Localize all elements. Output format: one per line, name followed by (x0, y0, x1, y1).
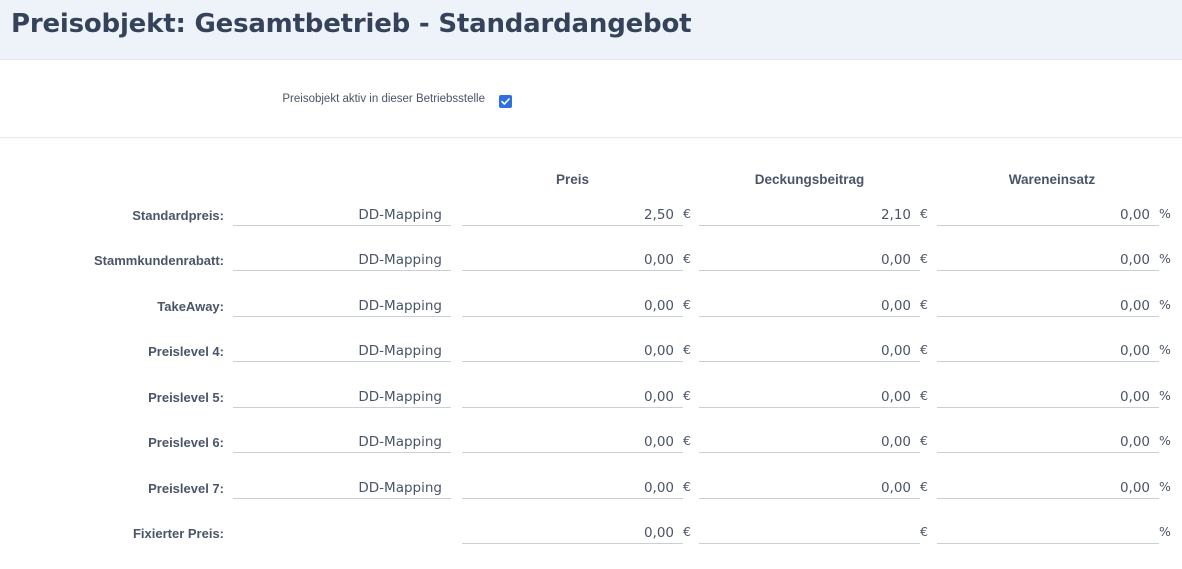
preis-unit: € (683, 433, 691, 448)
row-label: Stammkundenrabatt: (93, 253, 224, 268)
price-row: TakeAway: DD-Mapping 0,00 €0,00 €0,00% (0, 296, 1182, 326)
active-setting: Preisobjekt aktiv in dieser Betriebsstel… (0, 92, 1182, 112)
column-header-deckungsbeitrag: Deckungsbeitrag (754, 172, 865, 187)
deckungsbeitrag-input[interactable]: 0,00 (699, 296, 920, 317)
row-label: Fixierter Preis: (132, 526, 224, 541)
wareneinsatz-unit: % (1159, 342, 1171, 357)
mapping-field[interactable]: DD-Mapping (233, 432, 451, 453)
price-row: Fixierter Preis: 0,00 € €% (0, 523, 1182, 553)
preis-unit: € (683, 251, 691, 266)
deckungsbeitrag-unit: € (920, 297, 928, 312)
price-row: Preislevel 5: DD-Mapping 0,00 €0,00 €0,00% (0, 387, 1182, 417)
wareneinsatz-unit: % (1159, 206, 1171, 221)
mapping-field[interactable]: DD-Mapping (233, 478, 451, 499)
deckungsbeitrag-input[interactable]: 0,00 (699, 432, 920, 453)
price-row: Preislevel 4: DD-Mapping 0,00 €0,00 €0,00% (0, 341, 1182, 371)
preis-unit: € (683, 479, 691, 494)
preis-input[interactable]: 2,50 (462, 205, 683, 226)
deckungsbeitrag-unit: € (920, 342, 928, 357)
preis-unit: € (683, 524, 691, 539)
active-label: Preisobjekt aktiv in dieser Betriebsstel… (282, 93, 485, 105)
deckungsbeitrag-unit: € (920, 206, 928, 221)
wareneinsatz-unit: % (1159, 479, 1171, 494)
deckungsbeitrag-input[interactable]: 0,00 (699, 341, 920, 362)
wareneinsatz-unit: % (1159, 251, 1171, 266)
preis-input[interactable]: 0,00 (462, 478, 683, 499)
deckungsbeitrag-unit: € (920, 433, 928, 448)
preis-unit: € (683, 388, 691, 403)
preis-input[interactable]: 0,00 (462, 432, 683, 453)
wareneinsatz-unit: % (1159, 388, 1171, 403)
wareneinsatz-input[interactable]: 0,00 (937, 296, 1159, 317)
column-header-preis: Preis (555, 172, 590, 187)
wareneinsatz-unit: % (1159, 524, 1171, 539)
deckungsbeitrag-input[interactable]: 0,00 (699, 250, 920, 271)
preis-input[interactable]: 0,00 (462, 523, 683, 544)
preis-input[interactable]: 0,00 (462, 250, 683, 271)
wareneinsatz-input[interactable]: 0,00 (937, 250, 1159, 271)
page-title: Preisobjekt: Gesamtbetrieb - Standardang… (11, 9, 692, 39)
wareneinsatz-input[interactable]: 0,00 (937, 432, 1159, 453)
price-row: Standardpreis: DD-Mapping 2,50 €2,10 €0,00% (0, 205, 1182, 235)
preis-input[interactable]: 0,00 (462, 341, 683, 362)
mapping-field[interactable]: DD-Mapping (233, 296, 451, 317)
mapping-field[interactable]: DD-Mapping (233, 250, 451, 271)
row-label: TakeAway: (157, 299, 224, 314)
row-label: Preislevel 5: (148, 390, 224, 405)
wareneinsatz-unit: % (1159, 433, 1171, 448)
row-label: Preislevel 6: (148, 435, 224, 450)
section-divider (0, 137, 1182, 138)
preis-unit: € (683, 342, 691, 357)
deckungsbeitrag-unit: € (920, 524, 928, 539)
wareneinsatz-input[interactable]: 0,00 (937, 387, 1159, 408)
preis-input[interactable]: 0,00 (462, 387, 683, 408)
deckungsbeitrag-unit: € (920, 479, 928, 494)
preis-unit: € (683, 206, 691, 221)
mapping-field[interactable]: DD-Mapping (233, 341, 451, 362)
wareneinsatz-unit: % (1159, 297, 1171, 312)
price-row: Preislevel 7: DD-Mapping 0,00 €0,00 €0,00% (0, 478, 1182, 508)
row-label: Preislevel 7: (148, 481, 224, 496)
deckungsbeitrag-input[interactable] (699, 523, 920, 544)
wareneinsatz-input[interactable] (937, 523, 1159, 544)
mapping-field[interactable]: DD-Mapping (233, 205, 451, 226)
wareneinsatz-input[interactable]: 0,00 (937, 205, 1159, 226)
row-label: Standardpreis: (132, 208, 224, 223)
preis-unit: € (683, 297, 691, 312)
wareneinsatz-input[interactable]: 0,00 (937, 341, 1159, 362)
mapping-field[interactable]: DD-Mapping (233, 387, 451, 408)
price-row: Preislevel 6: DD-Mapping 0,00 €0,00 €0,00% (0, 432, 1182, 462)
deckungsbeitrag-input[interactable]: 2,10 (699, 205, 920, 226)
deckungsbeitrag-input[interactable]: 0,00 (699, 387, 920, 408)
price-row: Stammkundenrabatt: DD-Mapping 0,00 €0,00 €0,… (0, 250, 1182, 280)
deckungsbeitrag-input[interactable]: 0,00 (699, 478, 920, 499)
checkmark-icon (501, 98, 510, 105)
deckungsbeitrag-unit: € (920, 251, 928, 266)
preis-input[interactable]: 0,00 (462, 296, 683, 317)
row-label: Preislevel 4: (148, 344, 224, 359)
page-header: Preisobjekt: Gesamtbetrieb - Standardang… (0, 0, 1182, 60)
deckungsbeitrag-unit: € (920, 388, 928, 403)
column-header-wareneinsatz: Wareneinsatz (1008, 172, 1096, 187)
wareneinsatz-input[interactable]: 0,00 (937, 478, 1159, 499)
active-checkbox[interactable] (499, 95, 512, 108)
